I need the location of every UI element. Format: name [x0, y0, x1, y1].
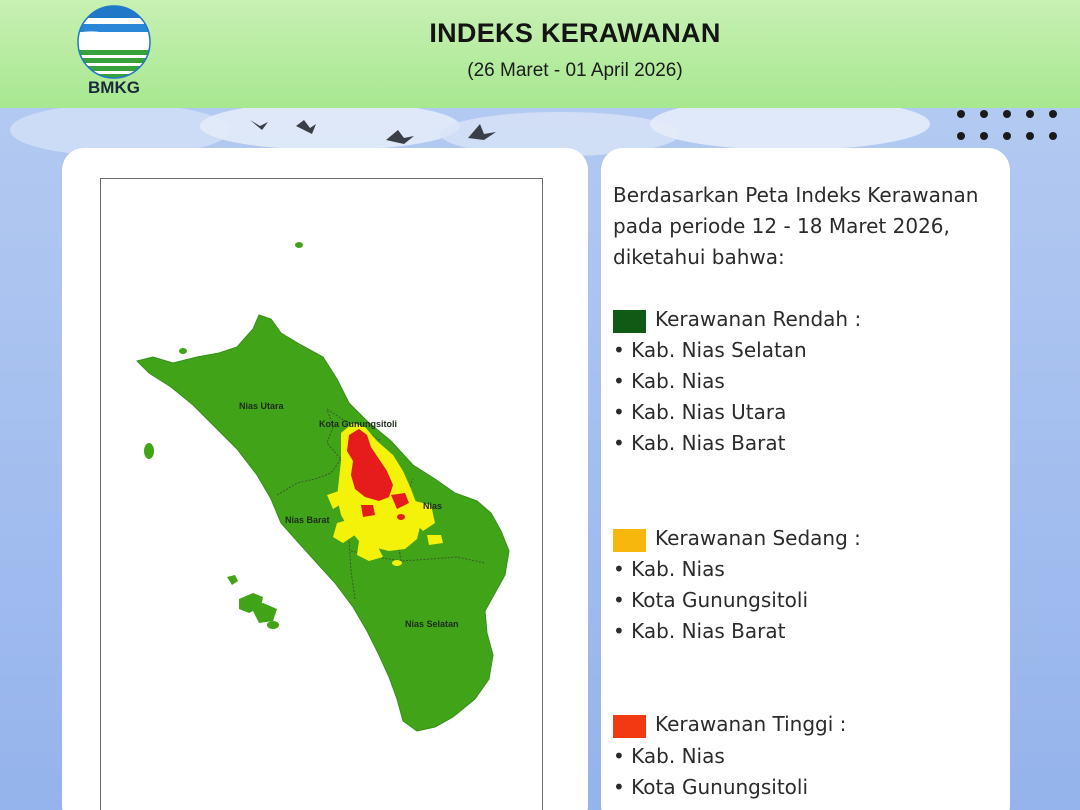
rendah-item: • Kab. Nias — [613, 369, 725, 393]
swatch-tinggi — [613, 715, 646, 738]
label-kota-gunungsitoli: Kota Gunungsitoli — [319, 419, 397, 429]
dots-decoration — [957, 110, 1057, 140]
islet-north — [295, 242, 303, 248]
sedang-patch-6 — [392, 560, 402, 566]
tinggi-patch-2 — [361, 505, 375, 517]
nias-vulnerability-map — [136, 242, 510, 732]
intro-line-2: pada periode 12 - 18 Maret 2026, — [613, 214, 950, 238]
tinggi-item: • Kota Gunungsitoli — [613, 775, 809, 799]
rendah-item: • Kab. Nias Barat — [613, 431, 786, 455]
swatch-rendah — [613, 310, 646, 333]
header-band: BMKG INDEKS KERAWANAN (26 Maret - 01 Apr… — [0, 0, 1080, 108]
label-nias-utara: Nias Utara — [239, 401, 284, 411]
bmkg-emblem-icon — [77, 5, 151, 79]
sedang-item: • Kab. Nias Barat — [613, 619, 786, 643]
tinggi-item: • Kab. Nias — [613, 744, 725, 768]
sedang-item: • Kab. Nias — [613, 557, 725, 581]
label-nias-selatan: Nias Selatan — [405, 619, 459, 629]
label-nias-barat: Nias Barat — [285, 515, 330, 525]
legend-sedang-label: Kerawanan Sedang : — [655, 526, 861, 550]
islet-southwest-3 — [251, 603, 277, 623]
bmkg-logo: BMKG — [74, 4, 154, 100]
rendah-item: • Kab. Nias Utara — [613, 400, 787, 424]
islet-southwest-1 — [227, 575, 238, 585]
swatch-sedang — [613, 529, 646, 552]
rendah-item: • Kab. Nias Selatan — [613, 338, 807, 362]
legend-rendah-label: Kerawanan Rendah : — [655, 307, 862, 331]
legend-tinggi-label: Kerawanan Tinggi : — [655, 712, 847, 736]
sedang-item: • Kota Gunungsitoli — [613, 588, 809, 612]
islet-southwest-4 — [267, 621, 279, 629]
intro-line-1: Berdasarkan Peta Indeks Kerawanan — [613, 183, 979, 207]
page-title: INDEKS KERAWANAN — [429, 18, 721, 48]
summary-intro: Berdasarkan Peta Indeks Kerawanan pada p… — [613, 180, 998, 273]
logo-text: BMKG — [88, 78, 140, 97]
label-nias: Nias — [423, 501, 443, 511]
islet-northwest — [179, 348, 187, 354]
tinggi-patch-3 — [397, 514, 405, 520]
page-subtitle: (26 Maret - 01 April 2026) — [467, 60, 683, 81]
map-frame: Nias Utara Kota Gunungsitoli Nias Barat … — [100, 178, 543, 810]
islet-west — [144, 443, 154, 459]
intro-line-3: diketahui bahwa: — [613, 245, 785, 269]
